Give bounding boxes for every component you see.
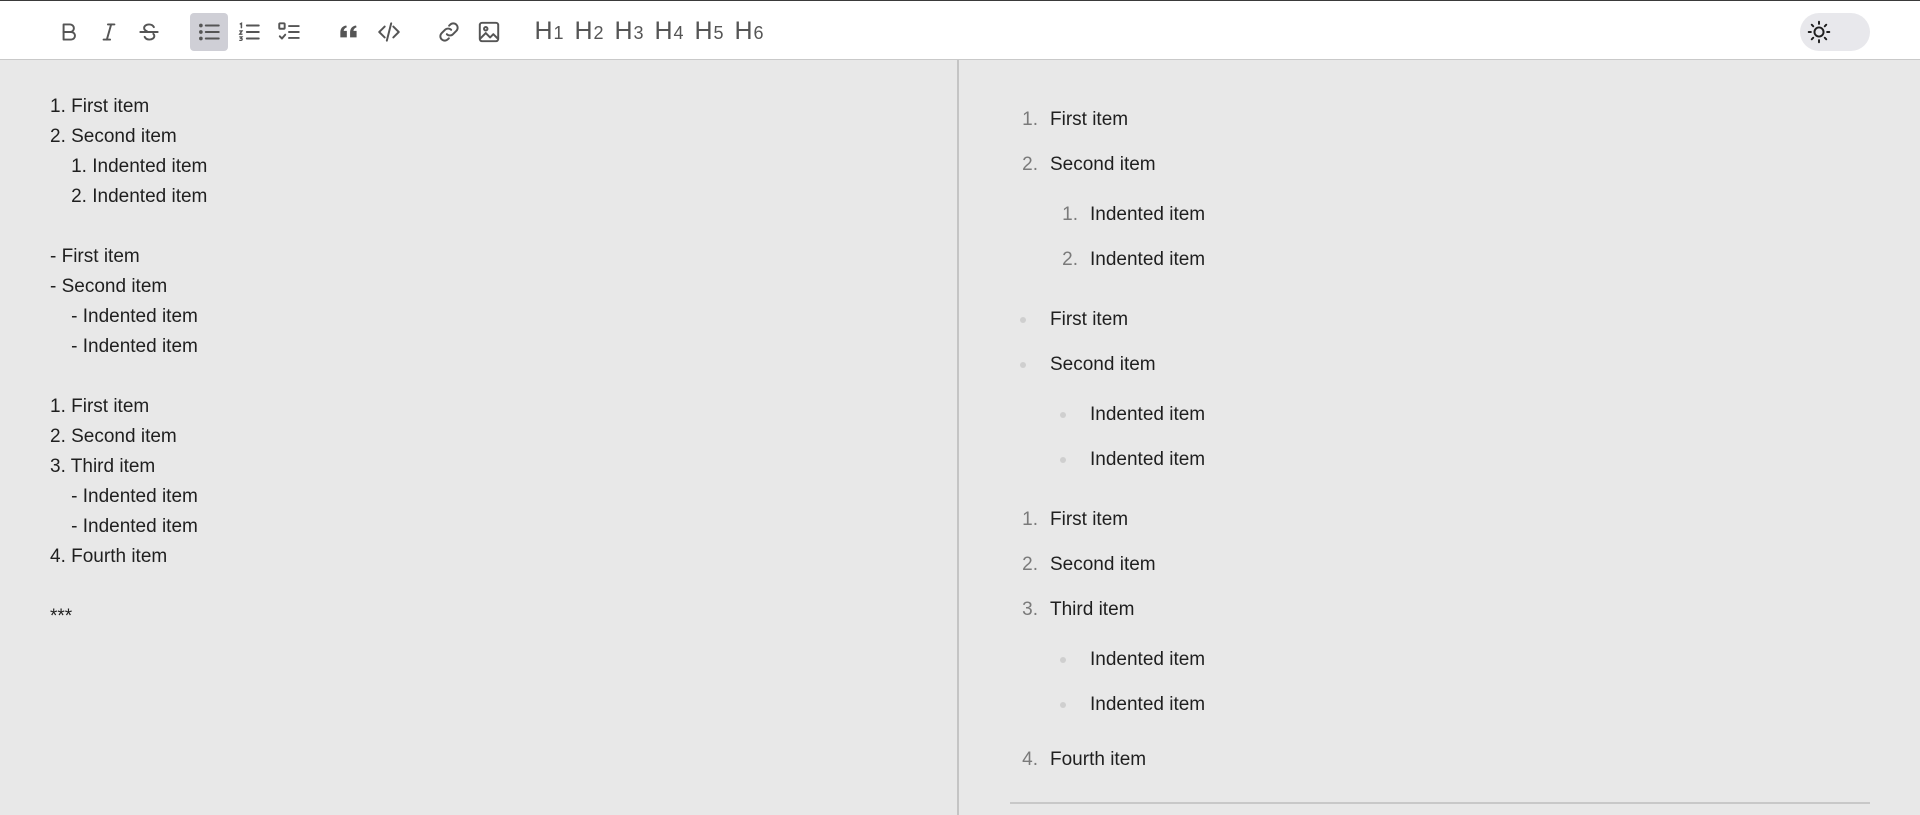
list-item: Indented item xyxy=(1090,404,1206,425)
sun-icon xyxy=(1807,20,1831,44)
list-number: 3. xyxy=(1022,599,1038,620)
list-number: 2. xyxy=(1022,554,1038,575)
list-item: Indented item xyxy=(1090,204,1206,225)
editor-line: 2. Second item xyxy=(50,126,177,147)
editor-line: 4. Fourth item xyxy=(50,546,168,567)
toolbar: H1 H2 H3 H4 H5 H6 xyxy=(0,0,1920,60)
list-item: Third item xyxy=(1050,599,1135,620)
editor-line: - Indented item xyxy=(50,336,198,357)
list-item: Second item xyxy=(1050,354,1156,375)
heading-1-button[interactable]: H1 xyxy=(530,13,568,51)
heading-letter: H xyxy=(694,17,713,45)
editor-line: *** xyxy=(50,606,73,627)
heading-level: 6 xyxy=(753,23,764,43)
bullet-dot xyxy=(1060,457,1066,463)
list-number: 1. xyxy=(1062,204,1078,225)
editor-line: - Indented item xyxy=(50,486,198,507)
list-number: 1. xyxy=(1022,509,1038,530)
editor-line: - First item xyxy=(50,246,140,267)
heading-level: 5 xyxy=(713,23,724,43)
bullet-dot xyxy=(1020,317,1026,323)
quote-icon xyxy=(340,25,357,38)
bold-button[interactable] xyxy=(50,13,88,51)
code-icon xyxy=(378,22,400,42)
list-item: Indented item xyxy=(1090,694,1206,715)
theme-knob xyxy=(1804,17,1834,47)
editor-line: - Indented item xyxy=(50,516,198,537)
heading-6-button[interactable]: H6 xyxy=(730,13,768,51)
image-icon xyxy=(478,21,500,43)
heading-level: 3 xyxy=(633,23,644,43)
editor-line: 1. First item xyxy=(50,96,150,117)
link-icon xyxy=(439,22,459,42)
strikethrough-icon xyxy=(139,23,159,41)
heading-3-button[interactable]: H3 xyxy=(610,13,648,51)
list-item: First item xyxy=(1050,309,1129,330)
list-number: 2. xyxy=(1062,249,1078,270)
list-item: Second item xyxy=(1050,154,1156,175)
theme-toggle[interactable] xyxy=(1800,13,1870,51)
list-number: 1. xyxy=(1022,109,1038,130)
bullet-dot xyxy=(1060,702,1066,708)
italic-button[interactable] xyxy=(90,13,128,51)
list-number: 2. xyxy=(1022,154,1038,175)
editor-line: 2. Second item xyxy=(50,426,177,447)
task-list-icon xyxy=(278,22,300,40)
markdown-preview: 1. First item 2. Second item 1. Indented item… xyxy=(959,60,1920,815)
list-item: First item xyxy=(1050,509,1129,530)
heading-letter: H xyxy=(654,17,673,45)
numbered-list-icon xyxy=(238,22,260,41)
list-item: Indented item xyxy=(1090,449,1206,470)
list-item: Fourth item xyxy=(1050,749,1147,770)
markdown-editor[interactable]: 1. First item 2. Second item 1. Indented … xyxy=(0,60,958,815)
bullet-list-button[interactable] xyxy=(190,13,228,51)
editor-lines: 1. First item 2. Second item 1. Indented … xyxy=(50,92,207,632)
bullet-dot xyxy=(1060,657,1066,663)
task-list-button[interactable] xyxy=(270,13,308,51)
horizontal-rule xyxy=(1010,802,1870,804)
heading-level: 4 xyxy=(673,23,684,43)
list-item: Second item xyxy=(1050,554,1156,575)
heading-level: 2 xyxy=(593,23,604,43)
quote-button[interactable] xyxy=(330,13,368,51)
editor-line: - Second item xyxy=(50,276,168,297)
heading-5-button[interactable]: H5 xyxy=(690,13,728,51)
heading-4-button[interactable]: H4 xyxy=(650,13,688,51)
heading-level: 1 xyxy=(553,23,564,43)
bullet-list-icon xyxy=(199,23,220,41)
strikethrough-button[interactable] xyxy=(130,13,168,51)
editor-line: 1. First item xyxy=(50,396,150,417)
editor-line: 1. Indented item xyxy=(50,156,208,177)
heading-letter: H xyxy=(734,17,753,45)
heading-letter: H xyxy=(534,17,553,45)
italic-icon xyxy=(102,23,116,41)
bold-icon xyxy=(62,23,76,41)
heading-letter: H xyxy=(574,17,593,45)
bullet-dot xyxy=(1020,362,1026,368)
image-button[interactable] xyxy=(470,13,508,51)
numbered-list-button[interactable] xyxy=(230,13,268,51)
editor-line: 3. Third item xyxy=(50,456,156,477)
list-item: First item xyxy=(1050,109,1129,130)
list-item: Indented item xyxy=(1090,649,1206,670)
heading-letter: H xyxy=(614,17,633,45)
heading-2-button[interactable]: H2 xyxy=(570,13,608,51)
code-button[interactable] xyxy=(370,13,408,51)
link-button[interactable] xyxy=(430,13,468,51)
list-item: Indented item xyxy=(1090,249,1206,270)
bullet-dot xyxy=(1060,412,1066,418)
editor-line: 2. Indented item xyxy=(50,186,208,207)
list-number: 4. xyxy=(1022,749,1038,770)
editor-line: - Indented item xyxy=(50,306,198,327)
